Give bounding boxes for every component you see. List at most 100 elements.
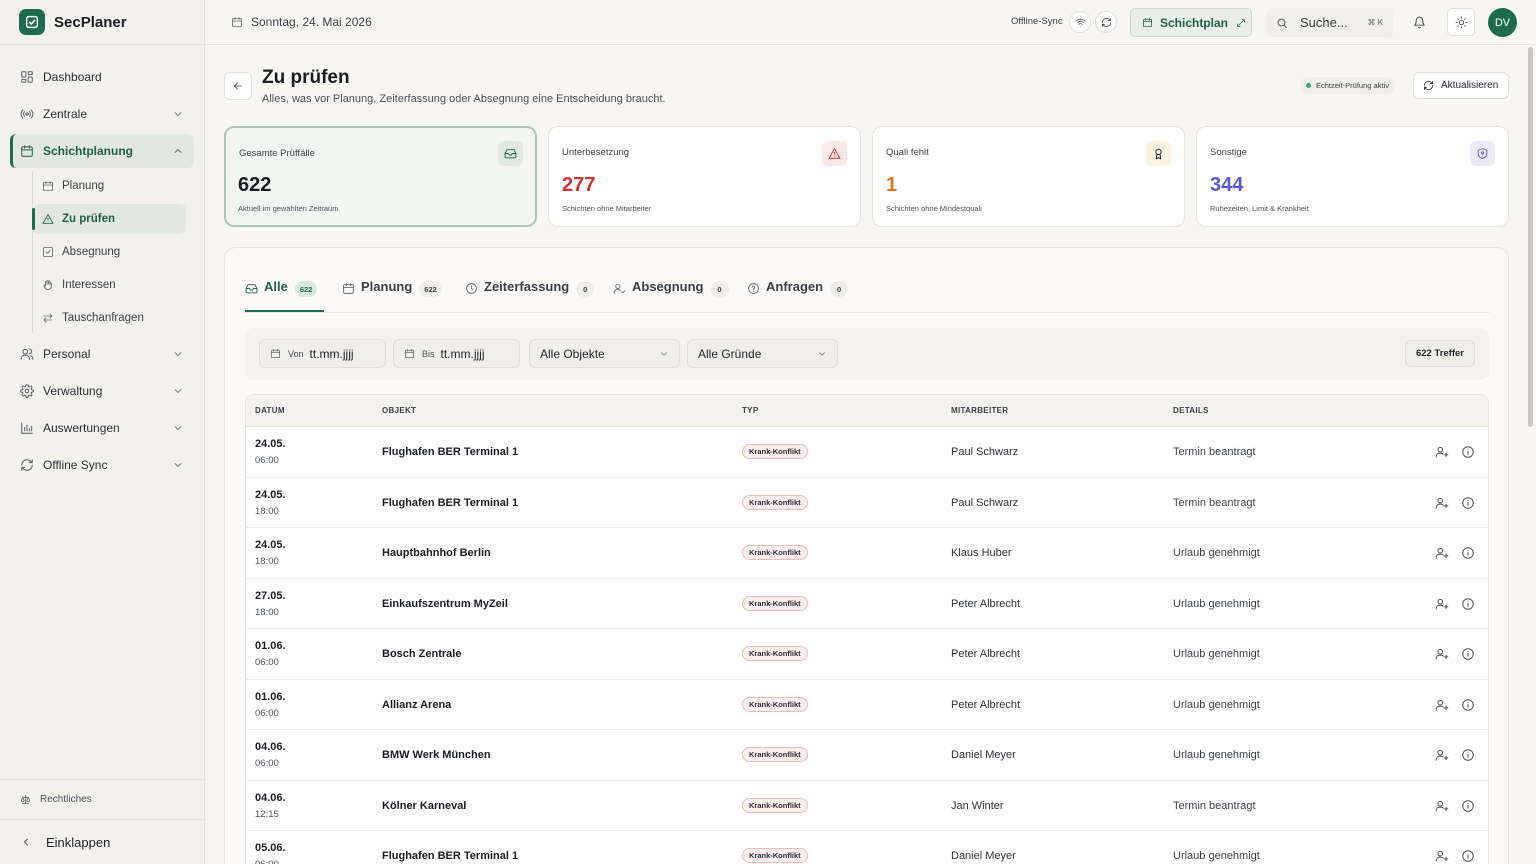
table-row[interactable]: 24.05. 18:00 Flughafen BER Terminal 1 Kr… — [246, 478, 1488, 528]
page-subtitle: Alles, was vor Planung, Zeiterfassung od… — [262, 93, 666, 105]
assign-user-icon[interactable] — [1435, 496, 1449, 510]
info-icon[interactable] — [1461, 597, 1475, 611]
assign-user-icon[interactable] — [1435, 799, 1449, 813]
assign-user-icon[interactable] — [1435, 647, 1449, 661]
stat-card-total[interactable]: Gesamte Prüffälle 622 Aktuell im gewählt… — [224, 126, 537, 227]
sidebar-item-personal[interactable]: Personal — [10, 337, 194, 371]
sidebar-item-schichtplanung[interactable]: Schichtplanung — [10, 134, 194, 168]
date-to-field[interactable]: Bis tt.mm.jjjj — [393, 339, 520, 368]
tab-count-badge: 0 — [710, 281, 729, 297]
info-icon[interactable] — [1461, 647, 1475, 661]
column-header-datum[interactable]: DATUM — [255, 406, 285, 415]
dashboard-icon — [20, 70, 34, 84]
info-icon[interactable] — [1461, 445, 1475, 459]
date-from-label: Von — [288, 348, 304, 359]
stat-label: Quali fehlt — [886, 147, 929, 158]
info-icon[interactable] — [1461, 799, 1475, 813]
alert-triangle-icon — [822, 141, 847, 166]
object-select[interactable]: Alle Objekte — [529, 339, 680, 368]
tab-zeiterfassung[interactable]: Zeiterfassung 0 — [465, 279, 595, 312]
table-row[interactable]: 24.05. 18:00 Hauptbahnhof Berlin Krank-K… — [246, 528, 1488, 579]
page-scrollbar[interactable] — [1528, 47, 1533, 427]
calendar-icon — [20, 144, 34, 158]
info-icon[interactable] — [1461, 698, 1475, 712]
tab-absegnung[interactable]: Absegnung 0 — [613, 279, 729, 312]
calendar-icon — [1142, 17, 1153, 28]
info-icon[interactable] — [1461, 748, 1475, 762]
tab-planung[interactable]: Planung 622 — [342, 279, 442, 312]
notifications-button[interactable] — [1405, 8, 1433, 36]
tab-alle[interactable]: Alle 622 — [245, 279, 324, 312]
column-header-objekt[interactable]: OBJEKT — [382, 406, 416, 415]
sidebar-item-dashboard[interactable]: Dashboard — [10, 60, 194, 94]
table-row[interactable]: 27.05. 18:00 Einkaufszentrum MyZeil Kran… — [246, 579, 1488, 629]
row-employee: Peter Albrecht — [951, 698, 1021, 711]
row-object: Hauptbahnhof Berlin — [382, 547, 491, 559]
stat-card-understaffed[interactable]: Unterbesetzung 277 Schichten ohne Mitarb… — [548, 126, 861, 227]
reason-select-value: Alle Gründe — [698, 346, 762, 361]
theme-toggle-button[interactable] — [1447, 8, 1475, 36]
assign-user-icon[interactable] — [1435, 748, 1449, 762]
check-square-icon — [42, 246, 54, 258]
info-icon[interactable] — [1461, 496, 1475, 510]
calendar-icon — [231, 16, 243, 28]
table-row[interactable]: 04.06. 12:15 Kölner Karneval Krank-Konfl… — [246, 781, 1488, 831]
info-icon[interactable] — [1461, 849, 1475, 863]
sync-button[interactable] — [1095, 11, 1117, 33]
assign-user-icon[interactable] — [1435, 445, 1449, 459]
stat-card-missing-qualification[interactable]: Quali fehlt 1 Schichten ohne Mindestqual… — [872, 126, 1185, 227]
avatar[interactable]: DV — [1488, 8, 1517, 37]
row-date: 27.05. — [255, 589, 286, 602]
sidebar-subitem-interessen[interactable]: Interessen — [33, 270, 186, 300]
radio-icon — [20, 107, 34, 121]
row-date: 24.05. — [255, 539, 286, 551]
stat-card-other[interactable]: Sonstige 344 Ruhezeiten, Limit & Krankhe… — [1196, 126, 1509, 227]
assign-user-icon[interactable] — [1435, 597, 1449, 611]
sidebar-subitem-planung[interactable]: Planung — [33, 171, 186, 201]
table-row[interactable]: 05.06. 06:00 Flughafen BER Terminal 1 Kr… — [246, 831, 1488, 864]
sun-icon — [1455, 16, 1468, 29]
assign-user-icon[interactable] — [1435, 849, 1449, 863]
award-icon — [1146, 141, 1171, 166]
sidebar-subitem-zu-pruefen[interactable]: Zu prüfen — [32, 204, 186, 234]
stat-desc: Schichten ohne Mindestquali — [886, 204, 982, 213]
assign-user-icon[interactable] — [1435, 546, 1449, 560]
calendar-icon — [270, 348, 281, 359]
row-type-badge: Krank-Konflikt — [742, 494, 808, 510]
sidebar-item-label: Dashboard — [43, 70, 102, 84]
page-title: Zu prüfen — [262, 67, 350, 88]
tab-anfragen[interactable]: Anfragen 0 — [747, 279, 849, 312]
table-row[interactable]: 04.06. 06:00 BMW Werk München Krank-Konf… — [246, 730, 1488, 781]
sidebar-item-zentrale[interactable]: Zentrale — [10, 97, 194, 131]
refresh-button[interactable]: Aktualisieren — [1413, 72, 1509, 99]
brand[interactable]: SecPlaner — [0, 0, 204, 45]
sidebar-item-auswertungen[interactable]: Auswertungen — [10, 411, 194, 445]
row-date: 24.05. — [255, 488, 286, 501]
search-input[interactable]: Suche... ⌘ K — [1267, 8, 1393, 37]
reason-select[interactable]: Alle Gründe — [687, 339, 838, 368]
sidebar-subitem-absegnung[interactable]: Absegnung — [33, 237, 186, 267]
assign-user-icon[interactable] — [1435, 698, 1449, 712]
row-type-badge: Krank-Konflikt — [742, 595, 808, 611]
sidebar-item-verwaltung[interactable]: Verwaltung — [10, 374, 194, 408]
filter-bar: Von tt.mm.jjjj Bis tt.mm.jjjj Alle Objek… — [245, 328, 1489, 380]
legal-link[interactable]: Rechtliches — [0, 779, 204, 819]
sidebar-item-label: Verwaltung — [43, 384, 103, 398]
wifi-status-button[interactable] — [1069, 11, 1091, 33]
table-row[interactable]: 01.06. 06:00 Allianz Arena Krank-Konflik… — [246, 680, 1488, 730]
table-row[interactable]: 24.05. 06:00 Flughafen BER Terminal 1 Kr… — [246, 427, 1488, 478]
schichtplan-button[interactable]: Schichtplan — [1130, 8, 1252, 37]
info-icon[interactable] — [1461, 546, 1475, 560]
chevron-down-icon — [659, 349, 669, 359]
column-header-details[interactable]: DETAILS — [1173, 406, 1209, 415]
column-header-typ[interactable]: TYP — [742, 406, 758, 415]
column-header-mitarbeiter[interactable]: MITARBEITER — [951, 406, 1008, 415]
table-row[interactable]: 01.06. 06:00 Bosch Zentrale Krank-Konfli… — [246, 629, 1488, 680]
back-button[interactable] — [224, 72, 252, 100]
row-type-badge: Krank-Konflikt — [742, 747, 808, 762]
sidebar-subitem-tauschanfragen[interactable]: Tauschanfragen — [33, 303, 186, 333]
sidebar-item-label: Schichtplanung — [43, 144, 133, 158]
collapse-sidebar-button[interactable]: Einklappen — [0, 819, 204, 864]
sidebar-item-offline-sync[interactable]: Offline Sync — [10, 448, 194, 482]
date-from-field[interactable]: Von tt.mm.jjjj — [259, 339, 386, 368]
